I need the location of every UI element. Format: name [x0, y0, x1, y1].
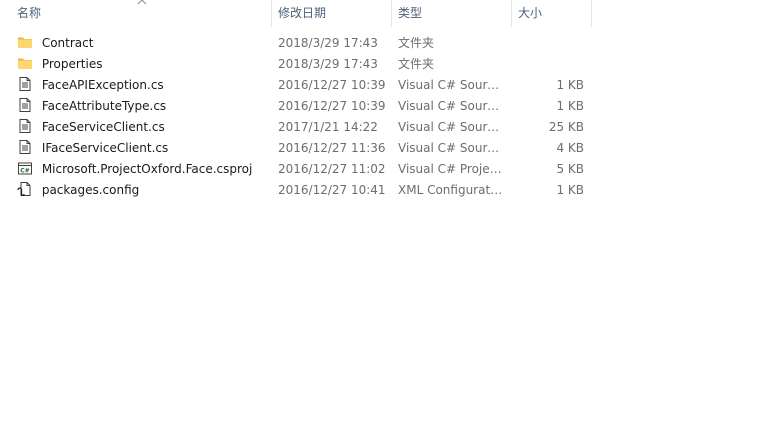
file-size: 5 KB — [556, 162, 584, 176]
file-name-cell[interactable]: Contract — [17, 33, 272, 54]
file-modified-date: 2016/12/27 10:39 — [278, 99, 386, 113]
file-row[interactable]: packages.config 2016/12/27 10:41 XML Con… — [0, 180, 593, 201]
csproj-file-icon: C# — [18, 162, 32, 175]
file-size — [512, 54, 584, 75]
file-size: 1 KB — [556, 78, 584, 92]
file-name: Contract — [41, 36, 94, 50]
column-header-type-label: 类型 — [398, 6, 423, 20]
file-explorer: 名称 修改日期 类型 大小 Contract 2018/3/29 17:43 文… — [0, 0, 763, 442]
file-name-cell[interactable]: FaceAttributeType.cs — [17, 96, 272, 117]
file-name: FaceAttributeType.cs — [41, 99, 167, 113]
file-row[interactable]: C# Microsoft.ProjectOxford.Face.csproj 2… — [0, 159, 593, 180]
column-header-size[interactable]: 大小 — [512, 0, 592, 27]
file-modified-date: 2018/3/29 17:43 — [278, 36, 378, 50]
column-header-size-label: 大小 — [518, 6, 543, 20]
file-row[interactable]: Properties 2018/3/29 17:43 文件夹 — [0, 54, 593, 75]
column-divider[interactable] — [591, 0, 592, 27]
svg-text:C#: C# — [20, 168, 29, 175]
file-size: 4 KB — [556, 141, 584, 155]
file-name: packages.config — [41, 183, 140, 197]
file-modified-date: 2016/12/27 11:36 — [278, 141, 386, 155]
file-modified-date: 2016/12/27 10:39 — [278, 78, 386, 92]
file-name-cell[interactable]: IFaceServiceClient.cs — [17, 138, 272, 159]
file-row[interactable]: FaceAPIException.cs 2016/12/27 10:39 Vis… — [0, 75, 593, 96]
file-size: 1 KB — [556, 183, 584, 197]
cs-file-icon — [19, 140, 31, 154]
file-row[interactable]: FaceAttributeType.cs 2016/12/27 10:39 Vi… — [0, 96, 593, 117]
column-header-bar: 名称 修改日期 类型 大小 — [0, 0, 593, 27]
column-header-date-label: 修改日期 — [278, 6, 327, 20]
file-modified-date: 2016/12/27 10:41 — [278, 183, 386, 197]
file-type: XML Configurati... — [398, 183, 504, 197]
file-name: FaceServiceClient.cs — [41, 120, 165, 134]
file-name-cell[interactable]: FaceServiceClient.cs — [17, 117, 272, 138]
file-size: 25 KB — [548, 120, 584, 134]
file-modified-date: 2018/3/29 17:43 — [278, 57, 378, 71]
file-name-cell[interactable]: Properties — [17, 54, 272, 75]
folder-icon — [18, 58, 32, 69]
file-type: 文件夹 — [398, 57, 435, 71]
file-name: Properties — [41, 57, 103, 71]
column-header-name[interactable]: 名称 — [11, 0, 271, 27]
column-header-type[interactable]: 类型 — [392, 0, 511, 27]
file-type: 文件夹 — [398, 36, 435, 50]
file-modified-date: 2017/1/21 14:22 — [278, 120, 378, 134]
file-size: 1 KB — [556, 99, 584, 113]
cs-file-icon — [19, 98, 31, 112]
column-header-name-label: 名称 — [17, 6, 42, 20]
file-type: Visual C# Sourc... — [398, 120, 504, 134]
file-row[interactable]: FaceServiceClient.cs 2017/1/21 14:22 Vis… — [0, 117, 593, 138]
file-row[interactable]: Contract 2018/3/29 17:43 文件夹 — [0, 33, 593, 54]
file-size — [512, 33, 584, 54]
cs-file-icon — [19, 77, 31, 91]
file-name: IFaceServiceClient.cs — [41, 141, 169, 155]
folder-icon — [18, 37, 32, 48]
column-header-date[interactable]: 修改日期 — [272, 0, 391, 27]
file-modified-date: 2016/12/27 11:02 — [278, 162, 386, 176]
config-file-icon — [17, 182, 31, 197]
file-name-cell[interactable]: packages.config — [17, 180, 272, 201]
file-type: Visual C# Sourc... — [398, 78, 504, 92]
file-row[interactable]: IFaceServiceClient.cs 2016/12/27 11:36 V… — [0, 138, 593, 159]
file-type: Visual C# Sourc... — [398, 99, 504, 113]
cs-file-icon — [19, 119, 31, 133]
file-type: Visual C# Projec... — [398, 162, 504, 176]
file-name: FaceAPIException.cs — [41, 78, 164, 92]
file-type: Visual C# Sourc... — [398, 141, 504, 155]
file-name-cell[interactable]: C# Microsoft.ProjectOxford.Face.csproj — [17, 159, 272, 180]
file-name-cell[interactable]: FaceAPIException.cs — [17, 75, 272, 96]
file-name: Microsoft.ProjectOxford.Face.csproj — [41, 162, 253, 176]
file-list: Contract 2018/3/29 17:43 文件夹 Properties … — [0, 33, 593, 201]
